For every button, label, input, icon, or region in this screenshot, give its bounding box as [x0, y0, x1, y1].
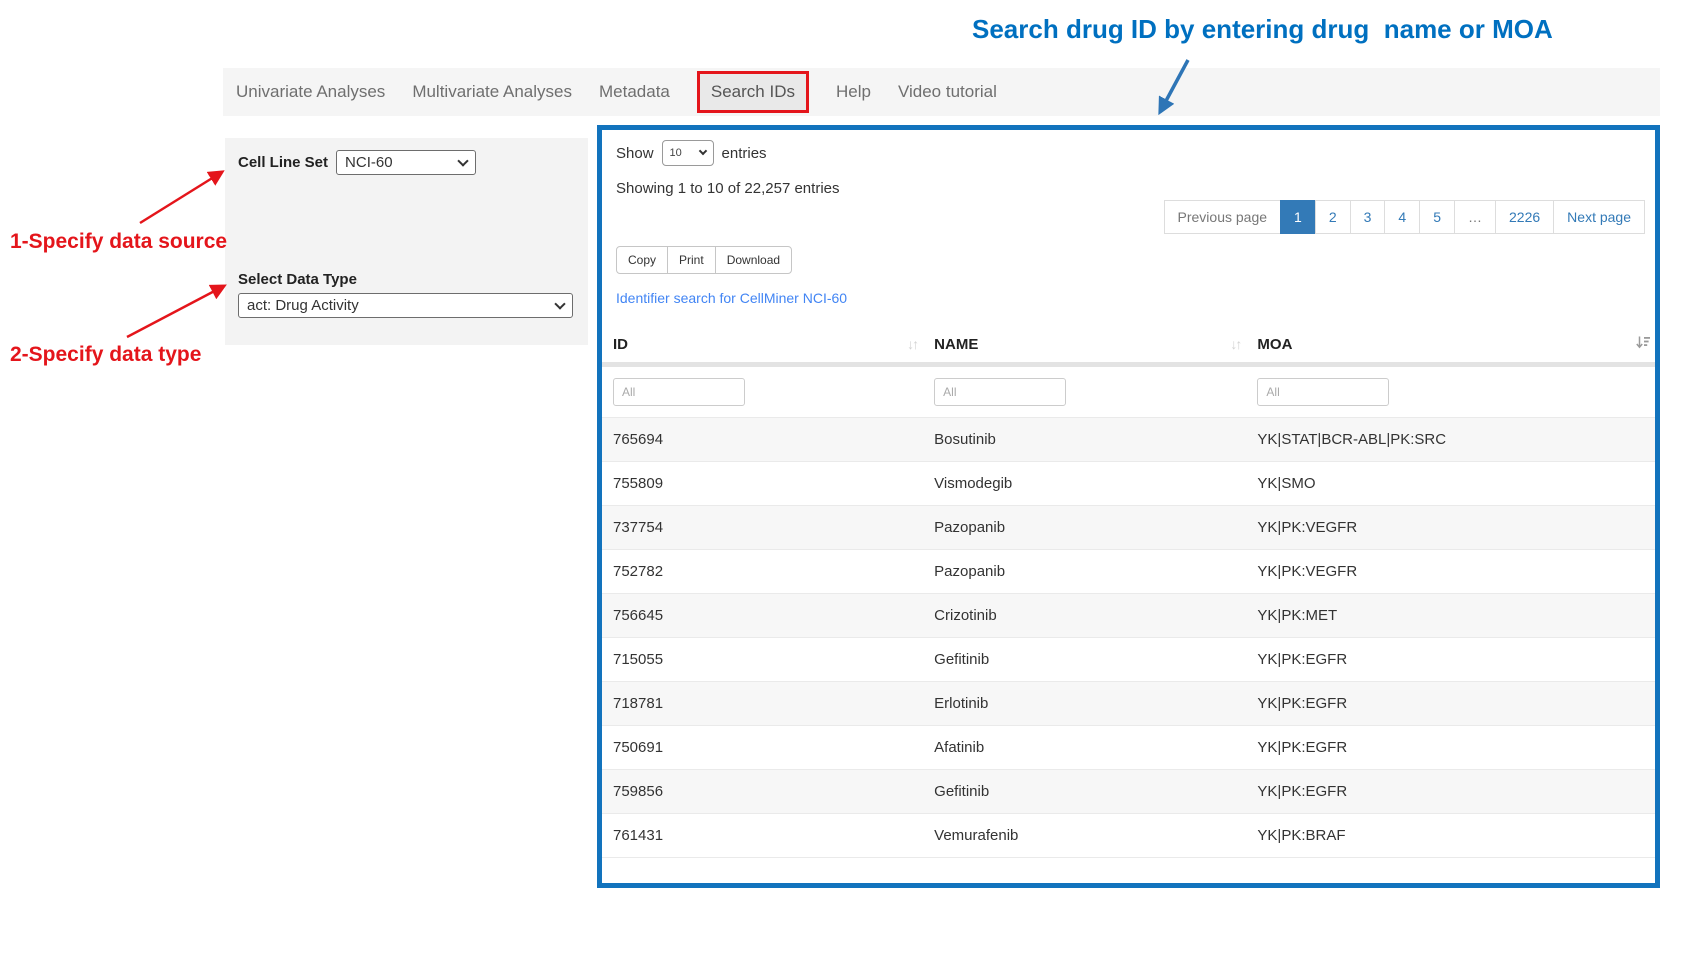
nav-item-video-tutorial[interactable]: Video tutorial	[898, 82, 997, 102]
data-type-select[interactable]: act: Drug Activity	[238, 293, 573, 318]
showing-entries-status: Showing 1 to 10 of 22,257 entries	[616, 180, 840, 197]
chevron-down-icon	[554, 298, 565, 309]
red-arrow-1-icon	[140, 172, 222, 223]
column-header-id[interactable]: ID ↓↑	[602, 326, 923, 365]
table-row[interactable]: 752782PazopanibYK|PK:VEGFR	[602, 550, 1655, 594]
show-entries-row: Show 10 entries	[616, 140, 767, 166]
nav-item-univariate-analyses[interactable]: Univariate Analyses	[236, 82, 385, 102]
header-row: ID ↓↑ NAME ↓↑ MOA	[602, 326, 1655, 365]
page-button-5[interactable]: 5	[1419, 200, 1455, 234]
page-button-2[interactable]: 2	[1315, 200, 1351, 234]
table-row[interactable]: 765694BosutinibYK|STAT|BCR-ABL|PK:SRC	[602, 418, 1655, 462]
data-source-panel: Cell Line Set NCI-60 Select Data Type ac…	[225, 138, 588, 345]
column-header-moa[interactable]: MOA	[1246, 326, 1655, 365]
next-page-button[interactable]: Next page	[1553, 200, 1645, 234]
results-table-wrap: ID ↓↑ NAME ↓↑ MOA	[602, 326, 1655, 858]
data-type-value: act: Drug Activity	[247, 297, 359, 314]
filter-row	[602, 365, 1655, 418]
identifier-search-link[interactable]: Identifier search for CellMiner NCI-60	[616, 290, 847, 306]
show-label: Show	[616, 145, 654, 162]
search-results-box: Show 10 entries Showing 1 to 10 of 22,25…	[597, 125, 1660, 888]
page-length-value: 10	[670, 147, 682, 159]
entries-label: entries	[722, 145, 767, 162]
download-button[interactable]: Download	[715, 246, 792, 274]
cell-line-set-select[interactable]: NCI-60	[336, 150, 476, 175]
sort-descending-icon[interactable]	[1635, 334, 1651, 355]
annotation-heading: Search drug ID by entering drug name or …	[972, 14, 1553, 45]
table-row[interactable]: 718781ErlotinibYK|PK:EGFR	[602, 682, 1655, 726]
top-navbar: Univariate Analyses Multivariate Analyse…	[223, 68, 1660, 116]
sort-both-icon[interactable]: ↓↑	[1230, 336, 1240, 352]
sort-both-icon[interactable]: ↓↑	[907, 336, 917, 352]
table-row[interactable]: 715055GefitinibYK|PK:EGFR	[602, 638, 1655, 682]
page-button-2226[interactable]: 2226	[1495, 200, 1554, 234]
data-type-label: Select Data Type	[238, 271, 357, 288]
page-button-4[interactable]: 4	[1384, 200, 1420, 234]
table-row[interactable]: 755809VismodegibYK|SMO	[602, 462, 1655, 506]
table-row[interactable]: 756645CrizotinibYK|PK:MET	[602, 594, 1655, 638]
nav-item-help[interactable]: Help	[836, 82, 871, 102]
nav-item-metadata[interactable]: Metadata	[599, 82, 670, 102]
annotation-step1: 1-Specify data source	[10, 230, 227, 254]
export-button-group: Copy Print Download	[616, 246, 792, 274]
annotation-step2: 2-Specify data type	[10, 343, 201, 367]
copy-button[interactable]: Copy	[616, 246, 668, 274]
cell-line-set-label: Cell Line Set	[238, 154, 328, 171]
id-filter-input[interactable]	[613, 378, 745, 406]
table-row[interactable]: 737754PazopanibYK|PK:VEGFR	[602, 506, 1655, 550]
column-header-name-label: NAME	[934, 336, 978, 353]
pagination: Previous page 1 2 3 4 5 … 2226 Next page	[1165, 200, 1645, 234]
nav-item-multivariate-analyses[interactable]: Multivariate Analyses	[412, 82, 572, 102]
table-row[interactable]: 761431VemurafenibYK|PK:BRAF	[602, 814, 1655, 858]
moa-filter-input[interactable]	[1257, 378, 1389, 406]
results-table: ID ↓↑ NAME ↓↑ MOA	[602, 326, 1655, 858]
page-length-select[interactable]: 10	[662, 140, 714, 166]
page-button-3[interactable]: 3	[1350, 200, 1386, 234]
column-header-id-label: ID	[613, 336, 628, 353]
previous-page-button[interactable]: Previous page	[1164, 200, 1282, 234]
table-row[interactable]: 759856GefitinibYK|PK:EGFR	[602, 770, 1655, 814]
page-button-1[interactable]: 1	[1280, 200, 1316, 234]
column-header-moa-label: MOA	[1257, 336, 1292, 353]
chevron-down-icon	[698, 147, 706, 155]
column-header-name[interactable]: NAME ↓↑	[923, 326, 1246, 365]
name-filter-input[interactable]	[934, 378, 1066, 406]
table-row[interactable]: 750691AfatinibYK|PK:EGFR	[602, 726, 1655, 770]
page-ellipsis: …	[1454, 200, 1496, 234]
red-arrow-2-icon	[127, 286, 224, 337]
nav-item-search-ids[interactable]: Search IDs	[697, 71, 809, 113]
cell-line-set-value: NCI-60	[345, 154, 393, 171]
chevron-down-icon	[457, 155, 468, 166]
print-button[interactable]: Print	[667, 246, 716, 274]
